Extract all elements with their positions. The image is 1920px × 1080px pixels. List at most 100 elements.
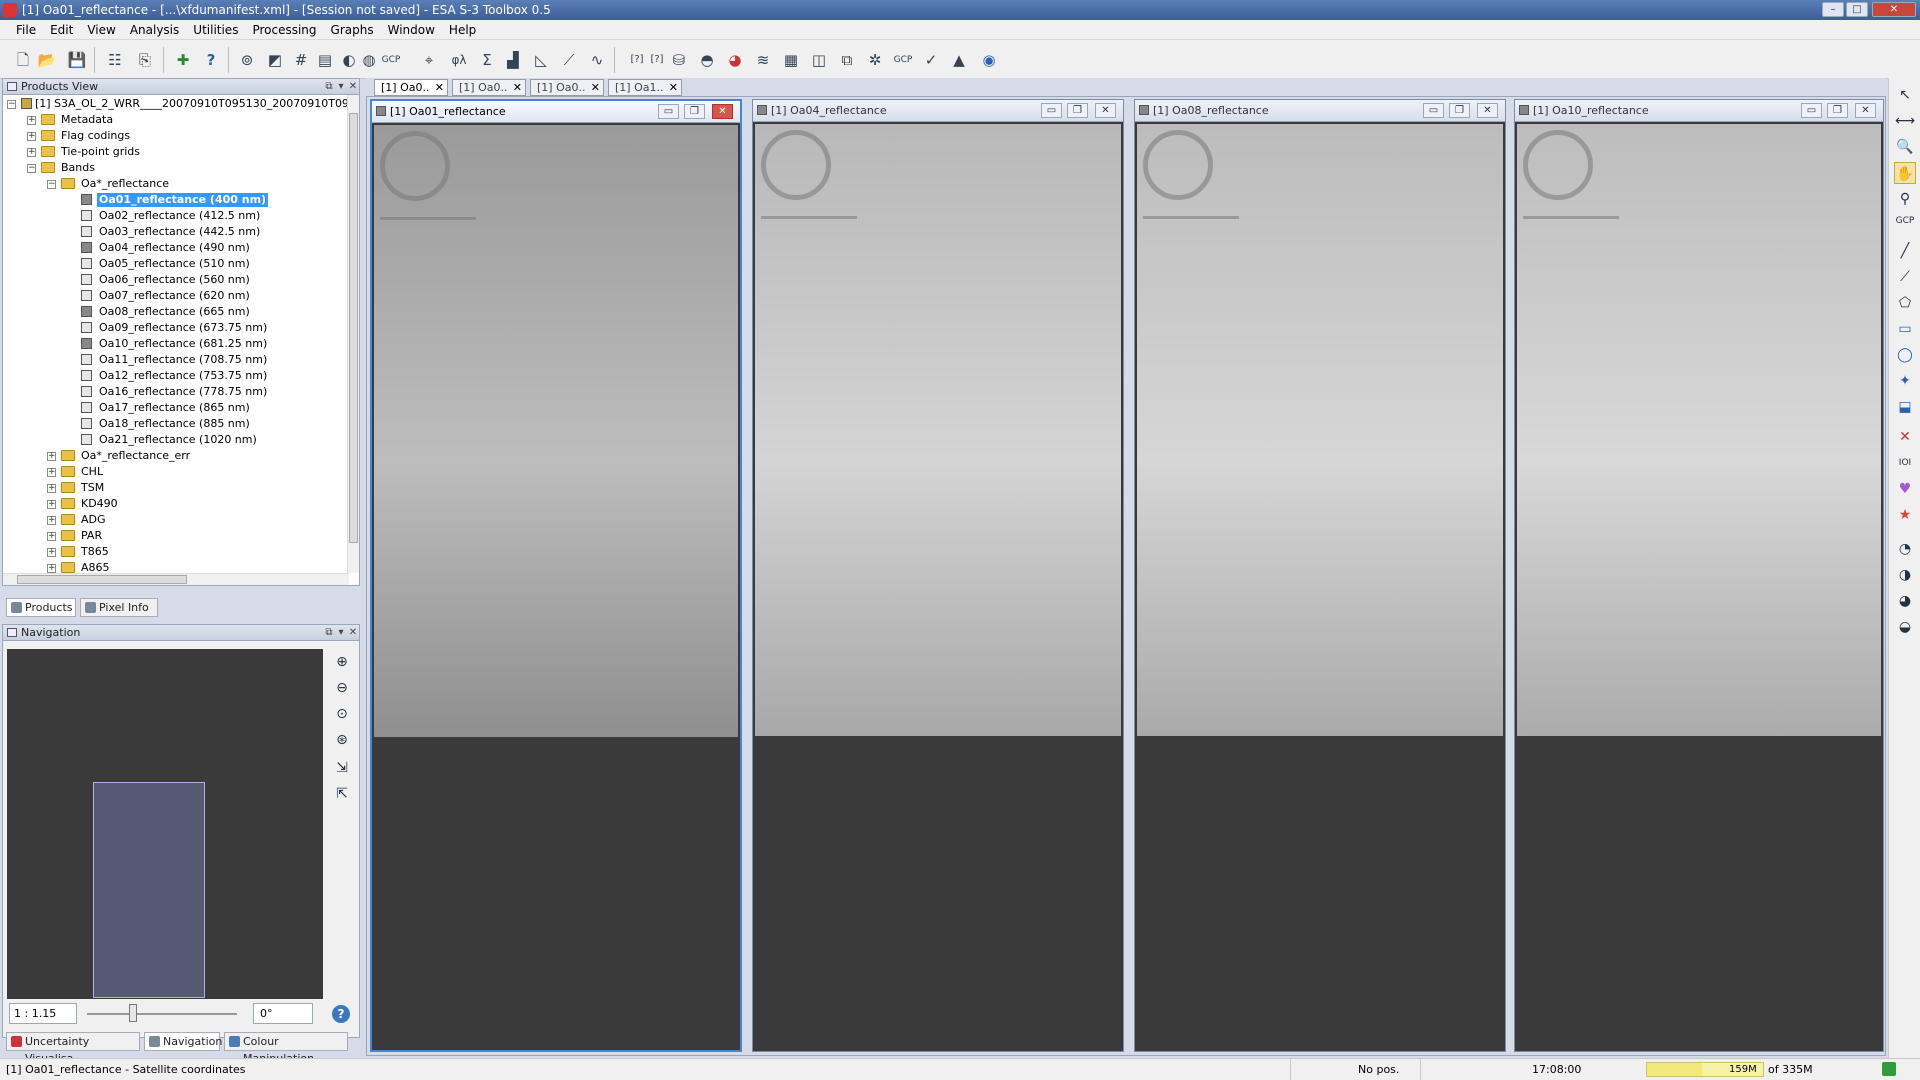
export-icon[interactable]: ⎘	[134, 49, 156, 71]
mask-manager-icon[interactable]: ◩	[264, 49, 286, 71]
polygon-tool-icon[interactable]: ⬠	[1894, 292, 1916, 314]
pin-manager-icon[interactable]: ⌖	[418, 49, 440, 71]
doc-tab-oa08[interactable]: [1] Oa0.. ✕	[530, 79, 604, 96]
close-pane-icon[interactable]: ✕	[347, 626, 359, 639]
plugin-icon[interactable]: ✚	[172, 49, 194, 71]
menu-utilities[interactable]: Utilities	[186, 20, 245, 40]
graticule-icon[interactable]: #	[290, 49, 312, 71]
mosaic-icon[interactable]: ▦	[780, 49, 802, 71]
band-image-placeholder[interactable]	[755, 124, 1121, 736]
reprojection-icon[interactable]: ≋	[752, 49, 774, 71]
gc-status-icon[interactable]	[1882, 1062, 1896, 1076]
menu-file[interactable]: File	[9, 20, 43, 40]
tree-group-label[interactable]: Oa*_reflectance_err	[81, 449, 190, 463]
sync-views-icon[interactable]: ⇲	[331, 757, 353, 779]
minimize-pane-icon[interactable]: ▾	[335, 80, 347, 93]
band-label[interactable]: Oa04_reflectance (490 nm)	[99, 241, 250, 255]
maximize-view-button[interactable]: ❐	[1449, 103, 1470, 118]
tree-group-label[interactable]: T865	[81, 545, 109, 559]
scatter-plot-icon[interactable]: ◺	[530, 49, 552, 71]
navigation-overview[interactable]	[7, 649, 323, 999]
collocation-icon[interactable]: ⧉	[836, 49, 858, 71]
tree-group-label[interactable]: CHL	[81, 465, 103, 479]
tab-navigation[interactable]: Navigation	[144, 1032, 222, 1051]
star-tool-icon[interactable]: ★	[1894, 504, 1916, 526]
tree-group-label[interactable]: PAR	[81, 529, 102, 543]
minimize-view-button[interactable]: ▭	[1041, 103, 1062, 118]
close-view-button[interactable]: ✕	[712, 104, 733, 119]
select-tool-icon[interactable]: ↖	[1894, 84, 1916, 106]
expand-toggle-icon[interactable]: +	[47, 452, 56, 461]
layer-manager-icon[interactable]: ▤	[314, 49, 336, 71]
menu-edit[interactable]: Edit	[43, 20, 80, 40]
sum-icon[interactable]: Σ	[476, 49, 498, 71]
color-manipulation-icon[interactable]: ◕	[724, 49, 746, 71]
tree-group-label[interactable]: ADG	[81, 513, 106, 527]
pan-navigation-icon[interactable]	[761, 130, 831, 200]
zoom-actual-icon[interactable]: ⊙	[331, 703, 353, 725]
new-session-icon[interactable]: 🗋	[12, 49, 34, 71]
tree-group-label[interactable]: Tie-point grids	[61, 145, 140, 159]
tab-colour-manipulation[interactable]: Colour Manipulation	[224, 1032, 348, 1065]
band-maths-icon[interactable]: φλ	[448, 49, 470, 71]
band-label[interactable]: Oa03_reflectance (442.5 nm)	[99, 225, 260, 239]
zoom-out-icon[interactable]: ⊖	[331, 677, 353, 699]
tab-products[interactable]: Products	[6, 598, 76, 617]
zoom-navigation-slider[interactable]	[761, 216, 857, 219]
scrollbar-thumb[interactable]	[17, 575, 187, 584]
image-window-titlebar[interactable]: [1] Oa08_reflectance ▭ ❐ ✕	[1135, 100, 1505, 122]
gcp-placing-icon[interactable]: GCP	[1894, 210, 1916, 232]
close-view-button[interactable]: ✕	[1095, 103, 1116, 118]
pan-navigation-icon[interactable]	[1143, 130, 1213, 200]
band-label[interactable]: Oa09_reflectance (673.75 nm)	[99, 321, 267, 335]
menu-help[interactable]: Help	[442, 20, 483, 40]
zoom-navigation-slider[interactable]	[1523, 216, 1619, 219]
band-label[interactable]: Oa08_reflectance (665 nm)	[99, 305, 250, 319]
products-horizontal-scrollbar[interactable]	[3, 573, 349, 585]
statistics-icon[interactable]: ✓	[920, 49, 942, 71]
expand-toggle-icon[interactable]: +	[27, 116, 36, 125]
close-view-button[interactable]: ✕	[1855, 103, 1876, 118]
band-label[interactable]: Oa02_reflectance (412.5 nm)	[99, 209, 260, 223]
band-image-placeholder[interactable]	[374, 125, 738, 737]
line-tool-icon[interactable]: ╱	[1894, 240, 1916, 262]
classification-icon[interactable]: ✲	[864, 49, 886, 71]
doc-tab-oa01[interactable]: [1] Oa0.. ✕	[374, 79, 448, 96]
minimize-pane-icon[interactable]: ▾	[335, 626, 347, 639]
image-window-titlebar[interactable]: [1] Oa04_reflectance ▭ ❐ ✕	[753, 100, 1123, 122]
image-window-oa01[interactable]: [1] Oa01_reflectance ▭ ❐ ✕	[370, 99, 742, 1052]
maximize-view-button[interactable]: ❐	[684, 104, 705, 119]
product-label[interactable]: [1] S3A_OL_2_WRR____20070910T095130_2007…	[35, 97, 359, 111]
zoom-in-icon[interactable]: ⊕	[331, 651, 353, 673]
tree-group-label[interactable]: KD490	[81, 497, 118, 511]
image-window-titlebar[interactable]: [1] Oa01_reflectance ▭ ❐ ✕	[372, 101, 740, 123]
collapse-toggle-icon[interactable]: −	[7, 100, 16, 109]
heart-tool-icon[interactable]: ♥	[1894, 478, 1916, 500]
close-tab-icon[interactable]: ✕	[513, 80, 522, 95]
metadata-icon[interactable]: [?]	[646, 49, 668, 71]
expand-toggle-icon[interactable]: +	[47, 564, 56, 573]
close-window-button[interactable]: ✕	[1872, 2, 1916, 17]
globe-icon[interactable]: ◓	[696, 49, 718, 71]
profile-plot-icon[interactable]: ⟋	[558, 49, 580, 71]
expand-toggle-icon[interactable]: +	[47, 516, 56, 525]
tree-group-label[interactable]: Flag codings	[61, 129, 130, 143]
band-image-placeholder[interactable]	[1517, 124, 1881, 736]
minimize-view-button[interactable]: ▭	[1801, 103, 1822, 118]
menu-view[interactable]: View	[80, 20, 122, 40]
menu-processing[interactable]: Processing	[245, 20, 323, 40]
band-label[interactable]: Oa12_reflectance (753.75 nm)	[99, 369, 267, 383]
help-icon[interactable]: ?	[200, 49, 222, 71]
tile-views-icon[interactable]: ◕	[1894, 590, 1916, 612]
zoom-all-icon[interactable]: ⊛	[331, 729, 353, 751]
maximize-view-button[interactable]: ❐	[1067, 103, 1088, 118]
gcp-manager-icon[interactable]: GCP	[380, 49, 402, 71]
minimize-window-button[interactable]: –	[1822, 2, 1844, 17]
pin-tool-icon[interactable]: ⚲	[1894, 188, 1916, 210]
products-vertical-scrollbar[interactable]	[347, 95, 359, 573]
close-tab-icon[interactable]: ✕	[435, 80, 444, 95]
histogram-icon[interactable]: ▟	[502, 49, 524, 71]
tree-group-label[interactable]: Oa*_reflectance	[81, 177, 169, 191]
minimize-view-button[interactable]: ▭	[1423, 103, 1444, 118]
band-label[interactable]: Oa01_reflectance (400 nm)	[95, 192, 270, 208]
